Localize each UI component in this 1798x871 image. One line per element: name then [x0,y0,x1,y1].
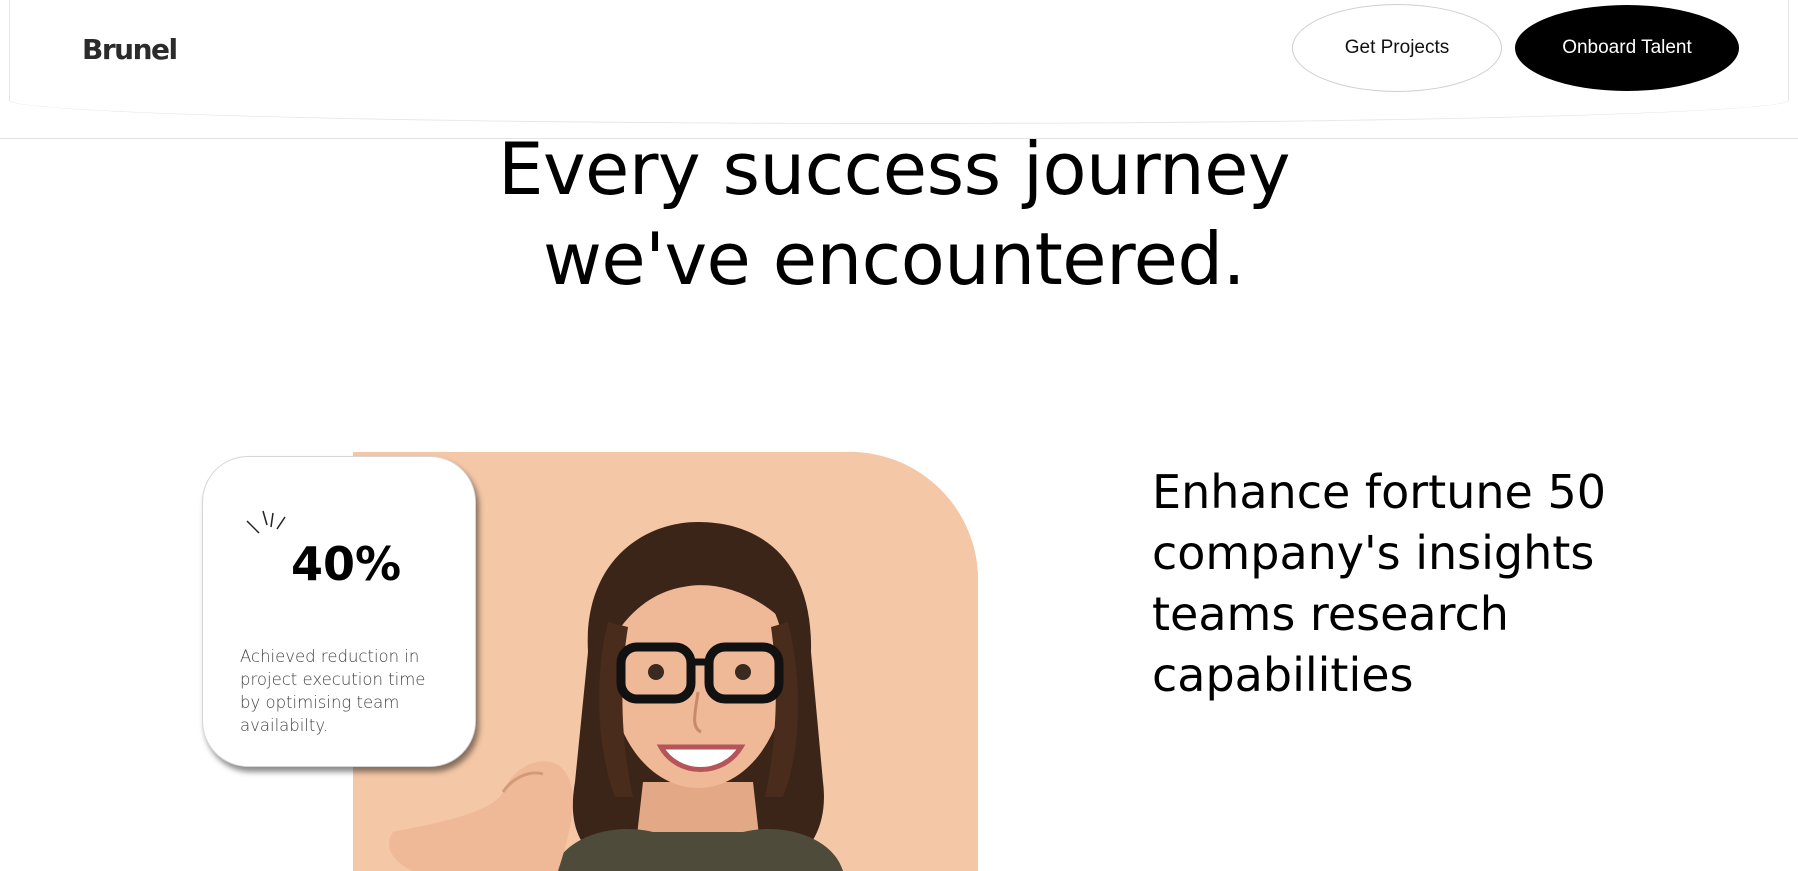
hero-heading-line-1: Every success journey [497,127,1291,211]
sparkle-icon [246,510,286,534]
onboard-talent-button[interactable]: Onboard Talent [1515,5,1739,91]
stat-description: Achieved reduction in project execution … [240,647,426,735]
stat-card: 40% Achieved reduction in project execut… [202,456,476,767]
page: Brunel Get Projects Onboard Talent Every… [0,0,1798,871]
case-study-title[interactable]: Enhance fortune 50 company's insights te… [1152,462,1672,706]
site-header: Brunel Get Projects Onboard Talent [9,0,1789,124]
brunel-logo[interactable]: Brunel [82,33,178,66]
hero-heading-line-2: we've encountered. [542,217,1246,301]
hero-heading: Every success journey we've encountered. [0,124,1788,304]
get-projects-button[interactable]: Get Projects [1292,4,1502,92]
stat-value: 40% [291,537,402,591]
